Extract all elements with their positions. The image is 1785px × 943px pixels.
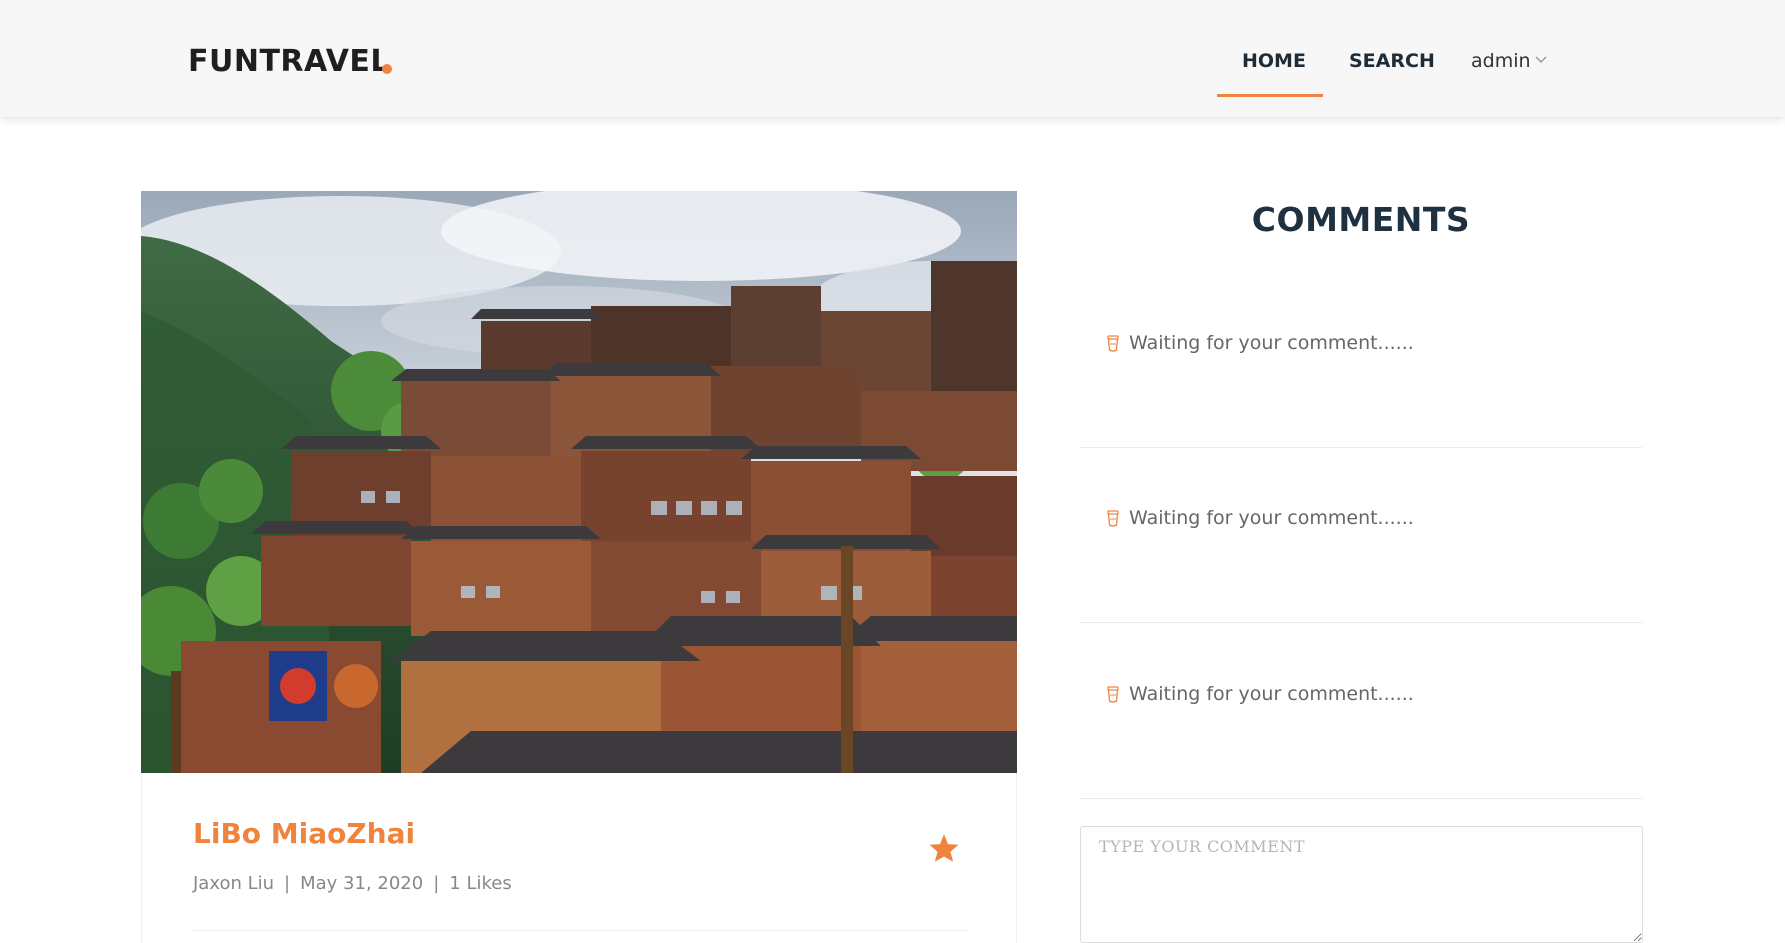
comment-item: Waiting for your comment...... xyxy=(1080,447,1642,623)
nav-home-link[interactable]: HOME xyxy=(1242,50,1306,72)
flower-pot-icon xyxy=(1106,686,1120,708)
comment-item: Waiting for your comment...... xyxy=(1080,272,1642,448)
chevron-down-icon[interactable] xyxy=(1535,52,1547,68)
comments-heading: COMMENTS xyxy=(1251,200,1471,239)
logo-dot xyxy=(382,64,392,74)
post-likes: 1 Likes xyxy=(449,873,512,894)
post-photo xyxy=(141,191,1017,773)
site-logo[interactable]: FUNTRAVEL xyxy=(188,44,390,79)
meta-separator: | xyxy=(433,873,440,894)
post-title[interactable]: LiBo MiaoZhai xyxy=(193,817,415,850)
post-card-body: LiBo MiaoZhai Jaxon Liu | May 31, 2020 | 1 L… xyxy=(141,773,1017,943)
village-photo xyxy=(141,191,1017,773)
nav-search-link[interactable]: SEARCH xyxy=(1349,50,1435,72)
user-menu[interactable]: admin xyxy=(1471,50,1531,72)
post-author: Jaxon Liu xyxy=(193,873,275,894)
comment-item: Waiting for your comment...... xyxy=(1080,623,1642,799)
comment-input[interactable] xyxy=(1080,826,1643,943)
favorite-star-icon[interactable] xyxy=(928,833,960,867)
divider xyxy=(193,930,967,931)
flower-pot-icon xyxy=(1106,335,1120,357)
active-nav-indicator xyxy=(1217,94,1323,97)
meta-separator: | xyxy=(284,873,291,894)
flower-pot-icon xyxy=(1106,510,1120,532)
post-meta: Jaxon Liu | May 31, 2020 | 1 Likes xyxy=(193,873,512,894)
comment-text: Waiting for your comment...... xyxy=(1129,683,1414,705)
comment-text: Waiting for your comment...... xyxy=(1129,507,1414,529)
comment-text: Waiting for your comment...... xyxy=(1129,332,1414,354)
top-navbar: FUNTRAVEL HOME SEARCH admin xyxy=(0,0,1785,117)
post-date: May 31, 2020 xyxy=(300,873,424,894)
